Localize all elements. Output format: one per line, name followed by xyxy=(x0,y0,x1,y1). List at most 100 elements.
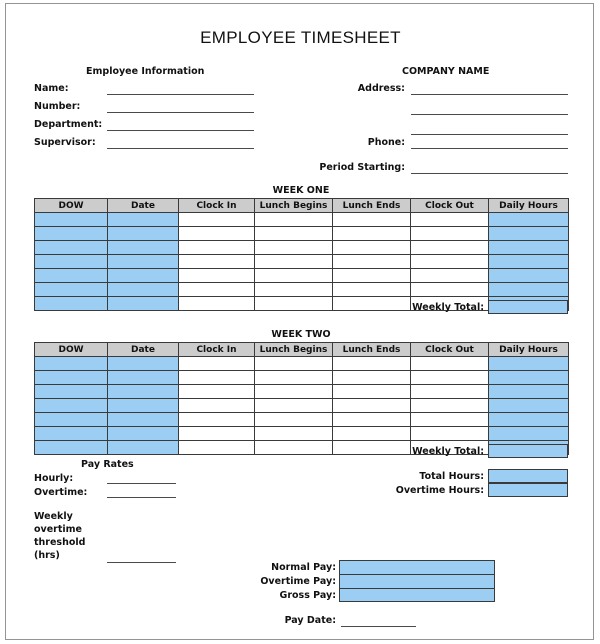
week-two-cell-daily-hours[interactable] xyxy=(488,426,569,441)
week-two-cell-date[interactable] xyxy=(107,384,179,399)
week-one-weekly-total-value[interactable] xyxy=(488,300,568,314)
week-one-cell-date[interactable] xyxy=(107,254,179,269)
week-one-cell-lunch-begins[interactable] xyxy=(254,282,333,297)
period-starting-input[interactable] xyxy=(411,173,568,174)
week-two-cell-dow[interactable] xyxy=(34,440,108,455)
week-one-cell-dow[interactable] xyxy=(34,268,108,283)
week-one-cell-dow[interactable] xyxy=(34,240,108,255)
week-two-cell-daily-hours[interactable] xyxy=(488,398,569,413)
week-one-cell-clock-out[interactable] xyxy=(410,240,489,255)
week-one-cell-dow[interactable] xyxy=(34,254,108,269)
week-two-cell-lunch-begins[interactable] xyxy=(254,356,333,371)
week-two-cell-clock-out[interactable] xyxy=(410,398,489,413)
week-one-cell-clock-out[interactable] xyxy=(410,254,489,269)
week-two-cell-clock-in[interactable] xyxy=(178,426,255,441)
week-one-cell-clock-in[interactable] xyxy=(178,212,255,227)
week-one-cell-clock-in[interactable] xyxy=(178,240,255,255)
week-one-cell-daily-hours[interactable] xyxy=(488,226,569,241)
week-one-cell-date[interactable] xyxy=(107,282,179,297)
week-two-cell-date[interactable] xyxy=(107,412,179,427)
week-one-cell-lunch-begins[interactable] xyxy=(254,254,333,269)
week-one-cell-date[interactable] xyxy=(107,212,179,227)
week-two-cell-daily-hours[interactable] xyxy=(488,356,569,371)
week-two-cell-dow[interactable] xyxy=(34,356,108,371)
department-input[interactable] xyxy=(107,130,254,131)
week-one-cell-daily-hours[interactable] xyxy=(488,254,569,269)
address-line-3-input[interactable] xyxy=(411,134,568,135)
week-one-cell-lunch-ends[interactable] xyxy=(332,268,411,283)
week-two-cell-clock-out[interactable] xyxy=(410,426,489,441)
week-two-cell-dow[interactable] xyxy=(34,370,108,385)
week-two-cell-clock-in[interactable] xyxy=(178,412,255,427)
week-one-cell-clock-in[interactable] xyxy=(178,254,255,269)
week-two-cell-date[interactable] xyxy=(107,440,179,455)
week-one-cell-lunch-ends[interactable] xyxy=(332,226,411,241)
week-one-cell-dow[interactable] xyxy=(34,282,108,297)
week-one-cell-lunch-begins[interactable] xyxy=(254,296,333,311)
week-one-cell-date[interactable] xyxy=(107,240,179,255)
week-two-cell-lunch-ends[interactable] xyxy=(332,426,411,441)
total-hours-value[interactable] xyxy=(488,469,568,483)
week-one-cell-daily-hours[interactable] xyxy=(488,282,569,297)
week-two-cell-daily-hours[interactable] xyxy=(488,412,569,427)
phone-input[interactable] xyxy=(411,148,568,149)
week-one-cell-date[interactable] xyxy=(107,268,179,283)
week-two-cell-lunch-begins[interactable] xyxy=(254,384,333,399)
week-two-cell-lunch-begins[interactable] xyxy=(254,398,333,413)
week-two-cell-daily-hours[interactable] xyxy=(488,370,569,385)
week-one-cell-daily-hours[interactable] xyxy=(488,240,569,255)
week-two-cell-lunch-ends[interactable] xyxy=(332,398,411,413)
week-two-cell-dow[interactable] xyxy=(34,426,108,441)
week-two-cell-dow[interactable] xyxy=(34,398,108,413)
week-two-cell-lunch-ends[interactable] xyxy=(332,412,411,427)
week-two-cell-lunch-begins[interactable] xyxy=(254,412,333,427)
week-one-cell-clock-in[interactable] xyxy=(178,268,255,283)
week-one-cell-daily-hours[interactable] xyxy=(488,212,569,227)
overtime-rate-input[interactable] xyxy=(107,497,176,498)
week-two-weekly-total-value[interactable] xyxy=(488,444,568,458)
week-two-cell-date[interactable] xyxy=(107,398,179,413)
address-line-1-input[interactable] xyxy=(411,94,568,95)
week-two-cell-clock-in[interactable] xyxy=(178,384,255,399)
week-one-cell-date[interactable] xyxy=(107,296,179,311)
week-two-cell-date[interactable] xyxy=(107,426,179,441)
supervisor-input[interactable] xyxy=(107,148,254,149)
week-two-cell-clock-in[interactable] xyxy=(178,356,255,371)
week-one-cell-clock-out[interactable] xyxy=(410,212,489,227)
week-two-cell-clock-out[interactable] xyxy=(410,384,489,399)
week-two-cell-lunch-begins[interactable] xyxy=(254,370,333,385)
week-one-cell-dow[interactable] xyxy=(34,296,108,311)
week-one-cell-lunch-ends[interactable] xyxy=(332,212,411,227)
week-two-cell-clock-out[interactable] xyxy=(410,356,489,371)
week-two-cell-daily-hours[interactable] xyxy=(488,384,569,399)
week-two-cell-lunch-ends[interactable] xyxy=(332,370,411,385)
week-one-cell-clock-in[interactable] xyxy=(178,282,255,297)
week-one-cell-clock-out[interactable] xyxy=(410,268,489,283)
name-input[interactable] xyxy=(107,94,254,95)
week-two-cell-clock-in[interactable] xyxy=(178,440,255,455)
week-two-cell-lunch-begins[interactable] xyxy=(254,426,333,441)
week-one-cell-dow[interactable] xyxy=(34,226,108,241)
pay-date-input[interactable] xyxy=(341,626,416,627)
week-one-cell-dow[interactable] xyxy=(34,212,108,227)
week-two-cell-clock-out[interactable] xyxy=(410,412,489,427)
address-line-2-input[interactable] xyxy=(411,114,568,115)
week-one-cell-lunch-begins[interactable] xyxy=(254,226,333,241)
week-one-cell-lunch-begins[interactable] xyxy=(254,212,333,227)
week-two-cell-lunch-ends[interactable] xyxy=(332,384,411,399)
week-one-cell-lunch-ends[interactable] xyxy=(332,254,411,269)
week-two-cell-dow[interactable] xyxy=(34,412,108,427)
week-two-cell-date[interactable] xyxy=(107,356,179,371)
overtime-hours-value[interactable] xyxy=(488,483,568,497)
week-one-cell-lunch-begins[interactable] xyxy=(254,240,333,255)
week-two-cell-clock-in[interactable] xyxy=(178,398,255,413)
number-input[interactable] xyxy=(107,112,254,113)
overtime-threshold-input[interactable] xyxy=(107,562,176,563)
week-one-cell-clock-in[interactable] xyxy=(178,226,255,241)
week-one-cell-lunch-ends[interactable] xyxy=(332,282,411,297)
week-two-cell-lunch-begins[interactable] xyxy=(254,440,333,455)
week-one-cell-daily-hours[interactable] xyxy=(488,268,569,283)
hourly-rate-input[interactable] xyxy=(107,483,176,484)
week-two-cell-clock-in[interactable] xyxy=(178,370,255,385)
week-one-cell-clock-out[interactable] xyxy=(410,282,489,297)
